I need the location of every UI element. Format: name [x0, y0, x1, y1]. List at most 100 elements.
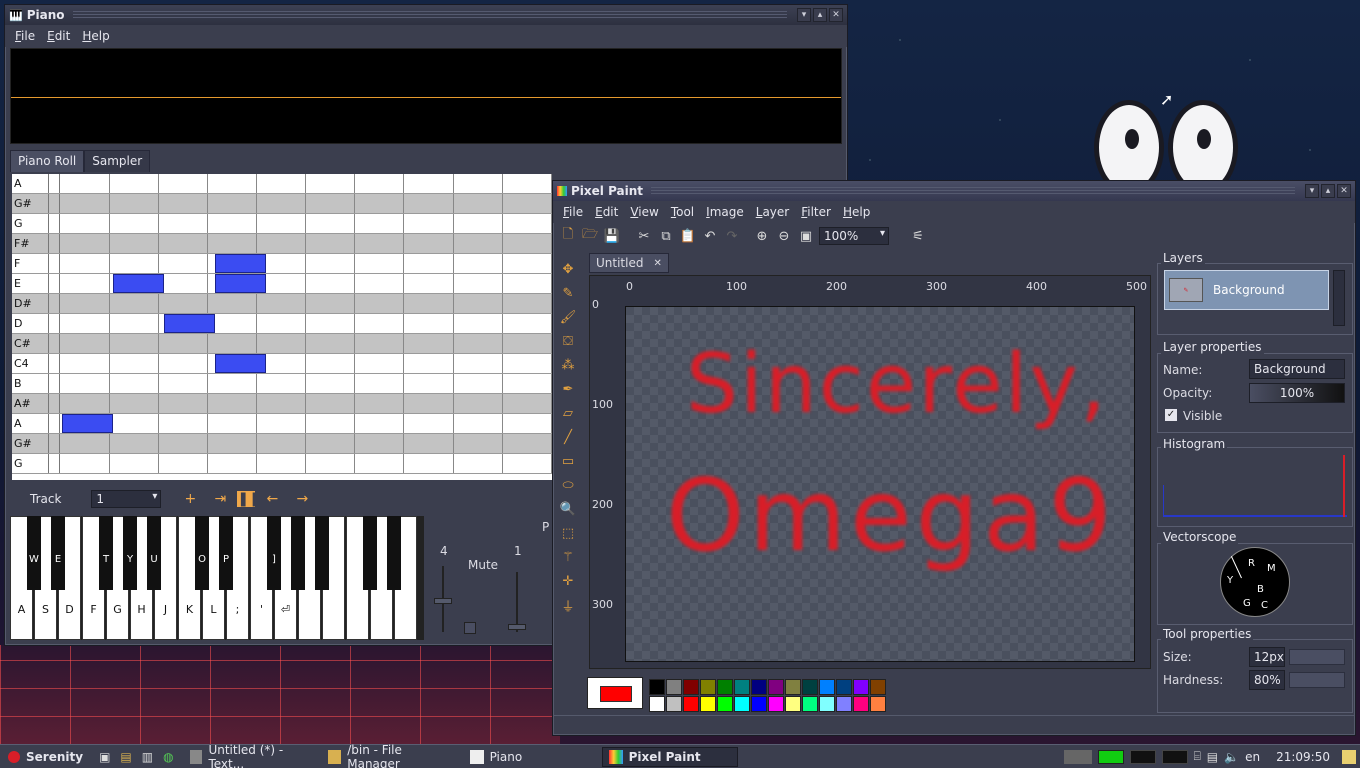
roll-cell[interactable] [454, 434, 503, 453]
roll-cell[interactable] [503, 434, 552, 453]
roll-cell[interactable] [60, 374, 110, 393]
roll-cell[interactable] [503, 394, 552, 413]
roll-cell[interactable] [404, 234, 454, 253]
roll-cell[interactable] [257, 174, 307, 193]
roll-cell[interactable] [257, 454, 307, 473]
roll-cell[interactable] [306, 274, 356, 293]
reset-zoom-icon[interactable]: ▣ [795, 225, 817, 247]
roll-row[interactable]: F [12, 254, 552, 274]
clone-icon[interactable]: ⏚ [557, 593, 579, 617]
roll-row[interactable]: C# [12, 334, 552, 354]
roll-cell[interactable] [159, 414, 208, 433]
keymap-indicator[interactable]: en [1245, 750, 1260, 764]
roll-cell[interactable] [355, 294, 405, 313]
task-file-manager[interactable]: /bin - File Manager [322, 743, 462, 768]
roll-cell[interactable] [454, 174, 503, 193]
black-key[interactable] [315, 516, 329, 590]
roll-cell[interactable] [355, 234, 405, 253]
rect-select-icon[interactable]: ⬚ [557, 521, 579, 545]
picker-icon[interactable]: ✒ [557, 377, 579, 401]
next-track-icon[interactable]: ⇥ [207, 491, 233, 507]
paste-icon[interactable]: 📋 [677, 225, 699, 247]
roll-cell[interactable] [257, 374, 307, 393]
roll-cell[interactable] [306, 414, 356, 433]
task-pixel-paint[interactable]: Pixel Paint [601, 746, 738, 767]
roll-cell[interactable] [454, 334, 503, 353]
palette-swatch[interactable] [853, 696, 869, 712]
roll-cell[interactable] [454, 394, 503, 413]
roll-cell[interactable] [306, 434, 356, 453]
roll-row[interactable]: D# [12, 294, 552, 314]
roll-cell[interactable] [159, 374, 208, 393]
palette-swatch[interactable] [819, 696, 835, 712]
workspace-switcher-icon[interactable] [1063, 749, 1092, 764]
roll-cell[interactable] [306, 394, 356, 413]
menu-file[interactable]: File [557, 205, 589, 219]
roll-cell[interactable] [404, 294, 454, 313]
roll-cell[interactable] [257, 394, 307, 413]
roll-cell[interactable] [110, 314, 159, 333]
palette-swatch[interactable] [717, 696, 733, 712]
black-key[interactable]: ] [267, 516, 281, 590]
palette-swatch[interactable] [649, 696, 665, 712]
black-key[interactable] [387, 516, 401, 590]
palette-swatch[interactable] [683, 679, 699, 695]
start-button[interactable]: Serenity [2, 747, 89, 767]
roll-cell[interactable] [454, 354, 503, 373]
zoom-in-icon[interactable]: ⊕ [751, 225, 773, 247]
roll-cell[interactable] [454, 414, 503, 433]
roll-cell[interactable] [454, 234, 503, 253]
roll-row[interactable]: E [12, 274, 552, 294]
roll-cell[interactable] [454, 314, 503, 333]
black-key[interactable]: E [51, 516, 65, 590]
roll-row[interactable]: A# [12, 394, 552, 414]
palette-swatch[interactable] [751, 696, 767, 712]
roll-cell[interactable] [257, 294, 307, 313]
roll-cell[interactable] [159, 194, 208, 213]
black-key[interactable] [291, 516, 305, 590]
roll-cell[interactable] [208, 414, 257, 433]
roll-cell[interactable] [110, 294, 159, 313]
clipboard-icon[interactable]: ▤ [1207, 750, 1218, 764]
roll-cell[interactable] [110, 194, 159, 213]
move-icon[interactable]: ✥ [557, 257, 579, 281]
roll-cell[interactable] [306, 334, 356, 353]
previous-arrow-icon[interactable]: ← [259, 491, 285, 507]
palette-swatch[interactable] [819, 679, 835, 695]
minimize-icon[interactable]: ▾ [797, 8, 811, 22]
roll-cell[interactable] [503, 294, 552, 313]
roll-cell[interactable] [404, 434, 454, 453]
roll-note[interactable] [215, 254, 266, 273]
roll-cell[interactable] [60, 394, 110, 413]
color-well[interactable] [587, 677, 643, 709]
roll-row[interactable]: A [12, 174, 552, 194]
roll-cell[interactable] [503, 314, 552, 333]
roll-cell[interactable] [503, 254, 552, 273]
palette-swatch[interactable] [751, 679, 767, 695]
roll-cell[interactable] [503, 174, 552, 193]
maximize-icon[interactable]: ▴ [1321, 184, 1335, 198]
browser-quicklaunch-icon[interactable]: ◍ [163, 750, 173, 764]
roll-cell[interactable] [208, 194, 257, 213]
roll-cell[interactable] [454, 294, 503, 313]
palette-swatch[interactable] [734, 679, 750, 695]
menu-tool[interactable]: Tool [665, 205, 700, 219]
menu-help[interactable]: Help [837, 205, 876, 219]
palette-swatch[interactable] [785, 696, 801, 712]
roll-cell[interactable] [159, 254, 208, 273]
document-tab[interactable]: Untitled ✕ [589, 253, 669, 273]
roll-cell[interactable] [208, 314, 257, 333]
palette-swatch[interactable] [768, 679, 784, 695]
roll-cell[interactable] [208, 394, 257, 413]
zoom-icon[interactable]: 🔍 [557, 497, 579, 521]
roll-cell[interactable] [306, 214, 356, 233]
piano-keyboard[interactable]: A S D F G H J K L; ' ⏎ W E T Y U O P] [10, 516, 424, 640]
black-key[interactable] [363, 516, 377, 590]
roll-cell[interactable] [159, 294, 208, 313]
roll-cell[interactable] [306, 314, 356, 333]
roll-cell[interactable] [60, 454, 110, 473]
primary-color-swatch[interactable] [600, 686, 632, 702]
roll-cell[interactable] [159, 274, 208, 293]
roll-cell[interactable] [159, 394, 208, 413]
paint-titlebar[interactable]: Pixel Paint ▾ ▴ ✕ [553, 181, 1355, 201]
